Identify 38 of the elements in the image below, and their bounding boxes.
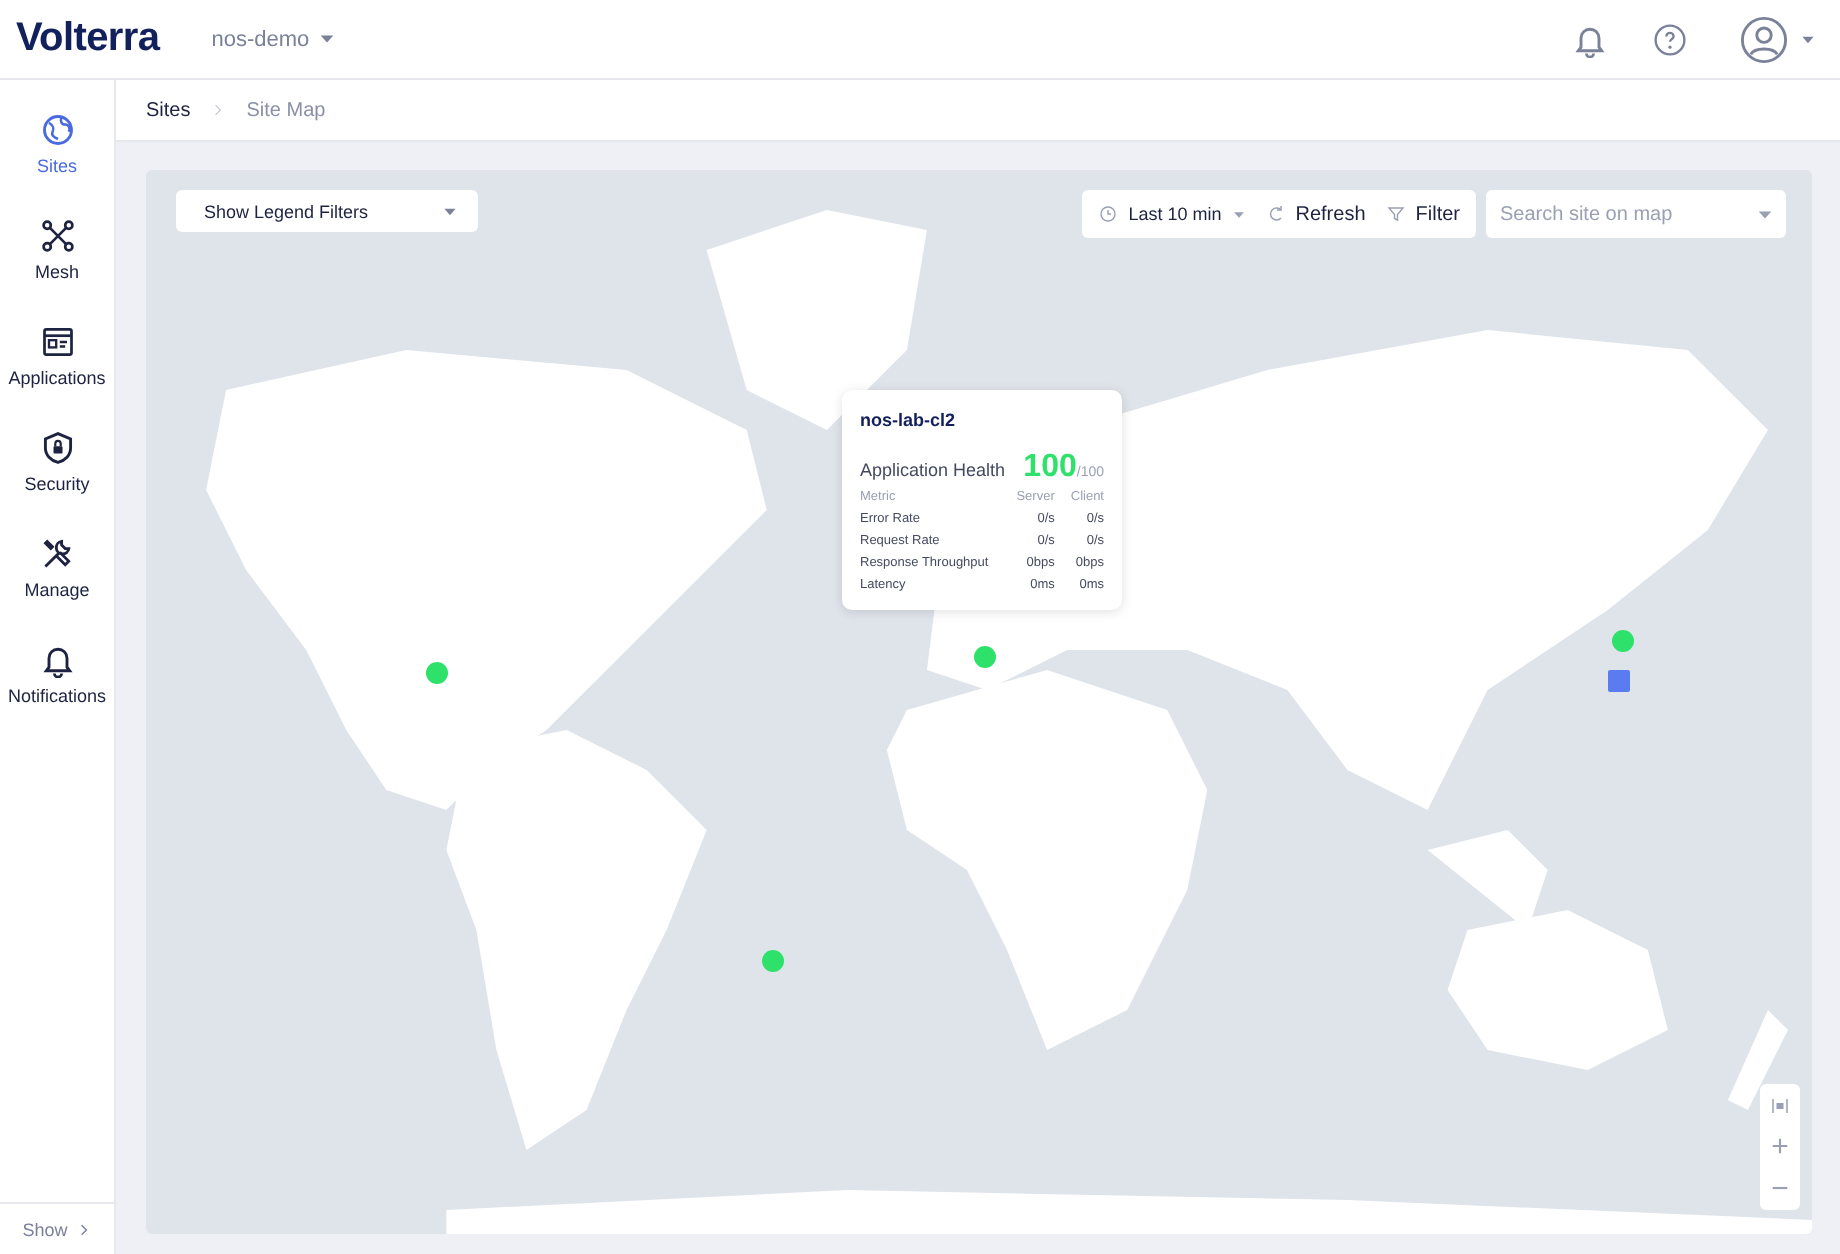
sidebar-item[interactable]: Applications xyxy=(1,324,113,388)
sidebar-item[interactable]: Mesh xyxy=(1,218,113,282)
clock-icon xyxy=(1098,204,1119,224)
namespace-dropdown[interactable]: nos-demo xyxy=(211,27,336,51)
sidebar-item[interactable]: Sites xyxy=(1,112,113,176)
legend-filter-dropdown[interactable]: Show Legend Filters xyxy=(176,190,478,232)
refresh-button[interactable]: Refresh xyxy=(1265,203,1366,225)
fit-icon xyxy=(1770,1095,1790,1115)
sidebar-item[interactable]: Manage xyxy=(1,536,113,600)
caret-icon xyxy=(442,203,458,219)
shield-icon xyxy=(39,430,75,466)
caret-icon xyxy=(1756,205,1774,223)
filter-icon xyxy=(1385,204,1406,224)
filter-button[interactable]: Filter xyxy=(1385,203,1460,225)
mesh-icon xyxy=(39,218,75,254)
caret-icon xyxy=(1800,31,1816,47)
user-avatar-icon[interactable] xyxy=(1740,15,1788,63)
tools-icon xyxy=(39,536,75,572)
help-icon[interactable] xyxy=(1652,21,1688,57)
health-label: Application Health xyxy=(860,460,1008,480)
chevron-right-icon xyxy=(75,1221,92,1237)
bell-icon xyxy=(39,642,75,678)
site-name: nos-lab-cl2 xyxy=(860,410,958,430)
site-cluster-marker[interactable] xyxy=(1608,670,1631,693)
sidebar-item[interactable]: Security xyxy=(1,430,113,494)
sidebar-item[interactable]: Notifications xyxy=(1,642,113,706)
refresh-icon xyxy=(1265,204,1286,224)
chevron-right-icon xyxy=(210,102,227,118)
globe-icon xyxy=(39,112,75,148)
time-range-dropdown[interactable]: Last 10 min xyxy=(1098,204,1246,224)
health-score: 100 xyxy=(1023,450,1077,486)
caret-icon xyxy=(317,30,336,48)
search-field[interactable]: Search site on map xyxy=(1486,190,1786,238)
caret-icon xyxy=(1231,207,1246,221)
show-button[interactable]: Show xyxy=(0,1202,114,1254)
window-icon xyxy=(39,324,75,360)
logo: Volterra xyxy=(16,16,160,62)
breadcrumb-link[interactable]: Sites xyxy=(146,99,191,121)
